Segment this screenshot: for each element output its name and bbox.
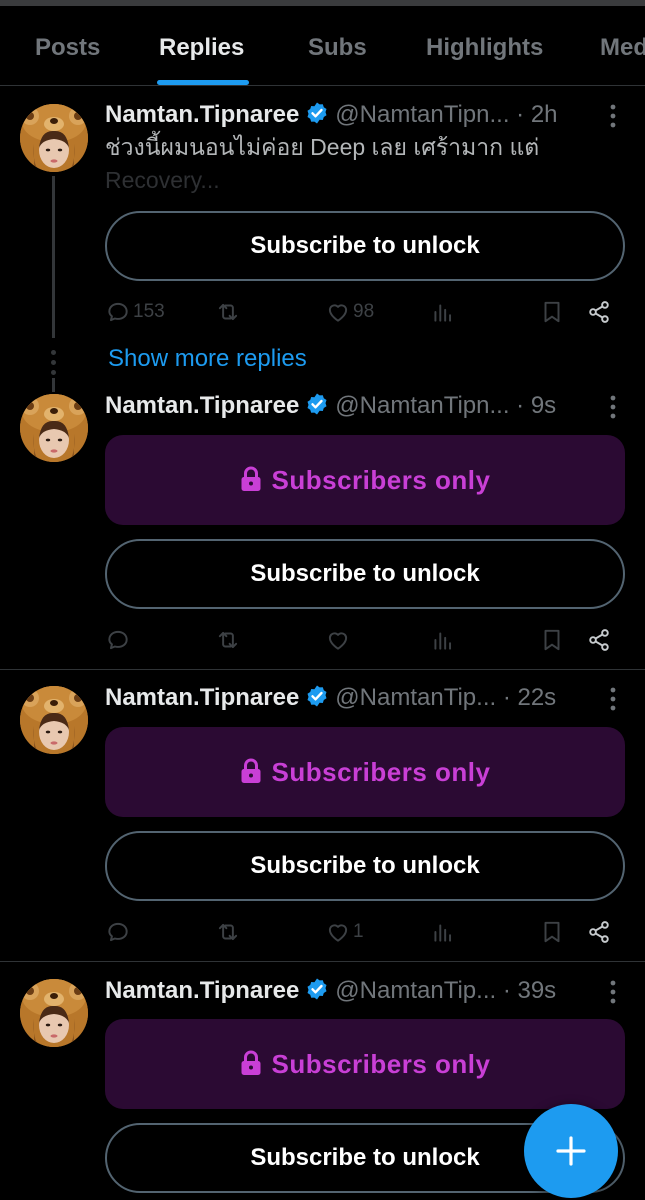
like-count: 98 [353, 301, 375, 322]
tab-subs[interactable]: Subs [308, 6, 367, 85]
reply-icon [105, 627, 131, 653]
lock-icon [240, 758, 262, 784]
verified-badge-icon [305, 977, 329, 1001]
verified-badge-icon [305, 101, 329, 125]
views-icon [430, 919, 456, 945]
bookmark-icon [539, 299, 565, 325]
avatar[interactable] [20, 104, 88, 172]
reply-icon [105, 299, 131, 325]
active-tab-indicator [157, 80, 249, 85]
thread-collapsed-dots [51, 350, 56, 380]
views-icon [430, 627, 456, 653]
subscribers-only-label: Subscribers only [271, 465, 491, 495]
reply-post[interactable]: Namtan.Tipnaree @NamtanTipn... · 2h ช่วงน… [0, 87, 645, 343]
post-header: Namtan.Tipnaree @NamtanTipn... · 9s [105, 389, 625, 423]
repost-button[interactable] [215, 914, 241, 950]
verified-badge-icon [305, 684, 329, 708]
reply-post[interactable]: Namtan.Tipnaree @NamtanTipn... · 9s Subsc… [0, 380, 645, 670]
like-button[interactable] [325, 622, 351, 658]
plus-icon [556, 1136, 586, 1166]
heart-icon [325, 627, 351, 653]
post-time[interactable]: · 39s [503, 977, 556, 1004]
author-handle[interactable]: @NamtanTip... [335, 684, 496, 711]
like-button[interactable]: 98 [325, 294, 374, 330]
lock-icon [240, 1050, 262, 1076]
avatar[interactable] [20, 394, 88, 462]
bookmark-button[interactable] [539, 914, 565, 950]
post-header: Namtan.Tipnaree @NamtanTip... · 39s [105, 974, 625, 1008]
author-name[interactable]: Namtan.Tipnaree [105, 684, 299, 711]
subscribers-only-label: Subscribers only [271, 757, 491, 787]
reply-count: 153 [133, 301, 165, 322]
heart-icon [325, 919, 351, 945]
bookmark-icon [539, 919, 565, 945]
subscribers-only-box: Subscribers only [105, 727, 625, 817]
views-button[interactable] [430, 294, 456, 330]
repost-button[interactable] [215, 294, 241, 330]
subscribers-only-box: Subscribers only [105, 435, 625, 525]
repost-icon [215, 919, 241, 945]
share-icon [586, 299, 612, 325]
author-handle[interactable]: @NamtanTipn... [335, 101, 509, 128]
author-handle[interactable]: @NamtanTipn... [335, 392, 509, 419]
repost-icon [215, 299, 241, 325]
tab-media[interactable]: Med [600, 6, 645, 85]
share-button[interactable] [586, 622, 612, 658]
tab-posts[interactable]: Posts [35, 6, 100, 85]
post-time[interactable]: · 22s [503, 684, 556, 711]
subscribe-to-unlock-button[interactable]: Subscribe to unlock [105, 211, 625, 281]
subscribe-to-unlock-button[interactable]: Subscribe to unlock [105, 831, 625, 901]
bookmark-icon [539, 627, 565, 653]
more-vertical-icon[interactable] [609, 393, 617, 421]
post-actions [105, 622, 625, 658]
author-name[interactable]: Namtan.Tipnaree [105, 977, 299, 1004]
repost-icon [215, 627, 241, 653]
views-icon [430, 299, 456, 325]
subscribers-only-label: Subscribers only [271, 1049, 491, 1079]
reply-button[interactable] [105, 622, 131, 658]
more-vertical-icon[interactable] [609, 978, 617, 1006]
post-time[interactable]: · 2h [516, 101, 557, 128]
subscribe-to-unlock-button[interactable]: Subscribe to unlock [105, 539, 625, 609]
reply-post[interactable]: Namtan.Tipnaree @NamtanTip... · 22s Subsc… [0, 671, 645, 962]
verified-badge-icon [305, 392, 329, 416]
bookmark-button[interactable] [539, 622, 565, 658]
more-vertical-icon[interactable] [609, 685, 617, 713]
post-time[interactable]: · 9s [516, 392, 556, 419]
heart-icon [325, 299, 351, 325]
avatar[interactable] [20, 686, 88, 754]
avatar[interactable] [20, 979, 88, 1047]
bookmark-button[interactable] [539, 294, 565, 330]
share-button[interactable] [586, 294, 612, 330]
views-button[interactable] [430, 914, 456, 950]
subscribers-only-box: Subscribers only [105, 1019, 625, 1109]
share-icon [586, 919, 612, 945]
author-name[interactable]: Namtan.Tipnaree [105, 101, 299, 128]
post-header: Namtan.Tipnaree @NamtanTipn... · 2h [105, 98, 625, 132]
like-button[interactable]: 1 [325, 914, 364, 950]
repost-button[interactable] [215, 622, 241, 658]
share-button[interactable] [586, 914, 612, 950]
show-more-replies-link[interactable]: Show more replies [108, 345, 307, 373]
like-count: 1 [353, 921, 364, 942]
author-handle[interactable]: @NamtanTip... [335, 977, 496, 1004]
post-actions: 1 [105, 914, 625, 950]
post-header: Namtan.Tipnaree @NamtanTip... · 22s [105, 681, 625, 715]
tab-highlights[interactable]: Highlights [426, 6, 543, 85]
tab-replies[interactable]: Replies [159, 6, 244, 85]
compose-button[interactable] [524, 1104, 618, 1198]
profile-tabs: Posts Replies Subs Highlights Med [0, 6, 645, 86]
post-text: ช่วงนี้ผมนอนไม่ค่อย Deep เลย เศร้ามาก แต… [105, 131, 625, 197]
post-actions: 153 98 [105, 294, 625, 330]
reply-icon [105, 919, 131, 945]
reply-button[interactable] [105, 914, 131, 950]
post-text-faded-line: Recovery... [105, 167, 220, 193]
views-button[interactable] [430, 622, 456, 658]
reply-button[interactable]: 153 [105, 294, 165, 330]
author-name[interactable]: Namtan.Tipnaree [105, 392, 299, 419]
lock-icon [240, 466, 262, 492]
share-icon [586, 627, 612, 653]
post-text-line: ช่วงนี้ผมนอนไม่ค่อย Deep เลย เศร้ามาก แต… [105, 134, 540, 160]
more-vertical-icon[interactable] [609, 102, 617, 130]
